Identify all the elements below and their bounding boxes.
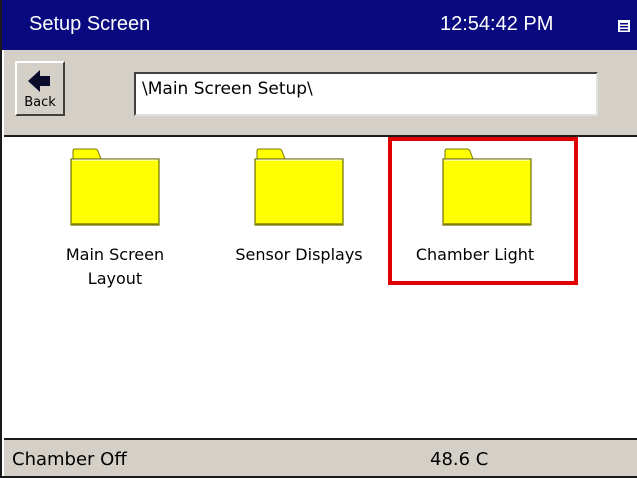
folder-icon [69, 147, 161, 232]
folder-label-line2: Layout [87, 269, 143, 288]
folder-sensor-displays[interactable]: Sensor Displays [214, 147, 384, 297]
folder-label: Sensor Displays [235, 245, 363, 264]
title-bar: Setup Screen 12:54:42 PM [2, 0, 637, 50]
temperature-readout: 48.6 C [430, 449, 489, 470]
path-field[interactable]: \Main Screen Setup\ [134, 72, 598, 116]
menu-icon[interactable] [617, 19, 631, 33]
screen-title: Setup Screen [29, 13, 151, 35]
folder-view: Main Screen Layout Sensor Displays Chamb… [4, 137, 637, 438]
chamber-status: Chamber Off [12, 449, 127, 470]
back-button[interactable]: Back [15, 61, 65, 116]
arrow-left-icon [28, 69, 52, 93]
clock: 12:54:42 PM [440, 13, 554, 35]
selection-highlight [388, 137, 578, 285]
toolbar: Back \Main Screen Setup\ [4, 50, 637, 137]
folder-main-screen-layout[interactable]: Main Screen Layout [40, 147, 190, 297]
folder-icon [253, 147, 345, 232]
folder-label: Main Screen [65, 245, 165, 264]
back-label: Back [24, 95, 56, 110]
app-window: Setup Screen 12:54:42 PM Back \Main Scre… [0, 0, 637, 478]
status-bar: Chamber Off 48.6 C [4, 438, 637, 476]
